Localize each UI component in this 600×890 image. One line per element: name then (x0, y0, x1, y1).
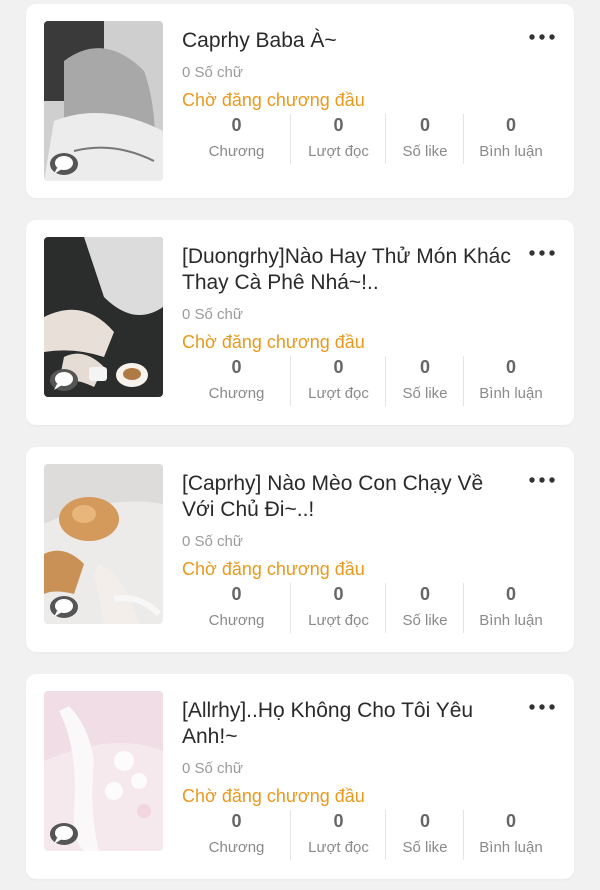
stat-reads-label: Lượt đọc (308, 839, 369, 856)
word-count: 0 Số chữ (182, 306, 243, 323)
stat-chapters-value: 0 (231, 811, 242, 831)
story-card[interactable]: [Duongrhy]Nào Hay Thử Món Khác Thay Cà P… (26, 220, 574, 425)
story-cover-image[interactable] (44, 464, 163, 624)
stat-comments-label: Bình luận (479, 839, 543, 856)
stat-reads: 0 Lượt đọc (291, 356, 386, 406)
stat-likes: 0 Số like (386, 356, 465, 406)
stat-comments: 0 Bình luận (464, 583, 558, 633)
more-dots-icon[interactable] (528, 702, 556, 712)
stat-comments-label: Bình luận (479, 385, 543, 402)
stat-likes-label: Số like (402, 839, 448, 856)
chat-bubble-icon (50, 153, 78, 175)
stat-likes: 0 Số like (386, 810, 465, 860)
stat-comments-label: Bình luận (479, 143, 543, 160)
story-stats: 0 Chương 0 Lượt đọc 0 Số like 0 Bình luậ… (182, 356, 558, 406)
stat-chapters-label: Chương (208, 612, 265, 629)
word-count: 0 Số chữ (182, 760, 243, 777)
stat-reads-value: 0 (333, 584, 344, 604)
stat-comments: 0 Bình luận (464, 810, 558, 860)
story-stats: 0 Chương 0 Lượt đọc 0 Số like 0 Bình luậ… (182, 114, 558, 164)
story-cover-image[interactable] (44, 691, 163, 851)
story-card[interactable]: Caprhy Baba À~ 0 Số chữ Chờ đăng chương … (26, 4, 574, 198)
stat-chapters-label: Chương (208, 385, 265, 402)
stat-chapters-label: Chương (208, 839, 265, 856)
stat-reads: 0 Lượt đọc (291, 583, 386, 633)
more-dots-icon[interactable] (528, 248, 556, 258)
stat-comments: 0 Bình luận (464, 356, 558, 406)
stat-reads-value: 0 (333, 811, 344, 831)
chat-bubble-icon (50, 596, 78, 618)
stat-likes-value: 0 (419, 115, 430, 135)
stat-likes-label: Số like (402, 143, 448, 160)
stat-comments-value: 0 (505, 115, 516, 135)
more-dots-icon[interactable] (528, 32, 556, 42)
stat-chapters-value: 0 (231, 584, 242, 604)
stat-comments-value: 0 (505, 357, 516, 377)
status-label: Chờ đăng chương đầu (182, 786, 365, 806)
stat-likes-value: 0 (419, 357, 430, 377)
stat-chapters-value: 0 (231, 357, 242, 377)
stat-chapters-label: Chương (208, 143, 265, 160)
story-cover-image[interactable] (44, 237, 163, 397)
more-dots-icon[interactable] (528, 475, 556, 485)
stat-comments-label: Bình luận (479, 612, 543, 629)
stat-comments: 0 Bình luận (464, 114, 558, 164)
stat-comments-value: 0 (505, 811, 516, 831)
stat-chapters: 0 Chương (182, 810, 292, 860)
stat-likes-label: Số like (402, 385, 448, 402)
chat-bubble-icon (50, 369, 78, 391)
stat-chapters: 0 Chương (182, 583, 292, 633)
chat-bubble-icon (50, 823, 78, 845)
stat-reads-label: Lượt đọc (308, 143, 369, 160)
story-card[interactable]: [Caprhy] Nào Mèo Con Chạy Về Với Chủ Đi~… (26, 447, 574, 652)
word-count: 0 Số chữ (182, 64, 243, 81)
story-stats: 0 Chương 0 Lượt đọc 0 Số like 0 Bình luậ… (182, 810, 558, 860)
story-list: Caprhy Baba À~ 0 Số chữ Chờ đăng chương … (0, 0, 600, 890)
stat-reads-label: Lượt đọc (308, 612, 369, 629)
stat-reads-label: Lượt đọc (308, 385, 369, 402)
stat-likes-value: 0 (419, 584, 430, 604)
status-label: Chờ đăng chương đầu (182, 332, 365, 352)
stat-comments-value: 0 (505, 584, 516, 604)
status-label: Chờ đăng chương đầu (182, 559, 365, 579)
stat-reads: 0 Lượt đọc (291, 810, 386, 860)
stat-chapters: 0 Chương (182, 356, 292, 406)
status-label: Chờ đăng chương đầu (182, 90, 365, 110)
word-count: 0 Số chữ (182, 533, 243, 550)
story-stats: 0 Chương 0 Lượt đọc 0 Số like 0 Bình luậ… (182, 583, 558, 633)
story-cover-image[interactable] (44, 21, 163, 181)
stat-reads: 0 Lượt đọc (291, 114, 386, 164)
story-title[interactable]: [Caprhy] Nào Mèo Con Chạy Về Với Chủ Đi~… (182, 471, 512, 523)
stat-chapters: 0 Chương (182, 114, 292, 164)
stat-chapters-value: 0 (231, 115, 242, 135)
story-title[interactable]: Caprhy Baba À~ (182, 28, 512, 54)
stat-likes: 0 Số like (386, 114, 465, 164)
stat-reads-value: 0 (333, 357, 344, 377)
stat-likes-label: Số like (402, 612, 448, 629)
stat-likes-value: 0 (419, 811, 430, 831)
story-title[interactable]: [Duongrhy]Nào Hay Thử Món Khác Thay Cà P… (182, 244, 512, 296)
stat-likes: 0 Số like (386, 583, 465, 633)
story-title[interactable]: [Allrhy]..Họ Không Cho Tôi Yêu Anh!~ (182, 698, 512, 750)
story-card[interactable]: [Allrhy]..Họ Không Cho Tôi Yêu Anh!~ 0 S… (26, 674, 574, 879)
stat-reads-value: 0 (333, 115, 344, 135)
